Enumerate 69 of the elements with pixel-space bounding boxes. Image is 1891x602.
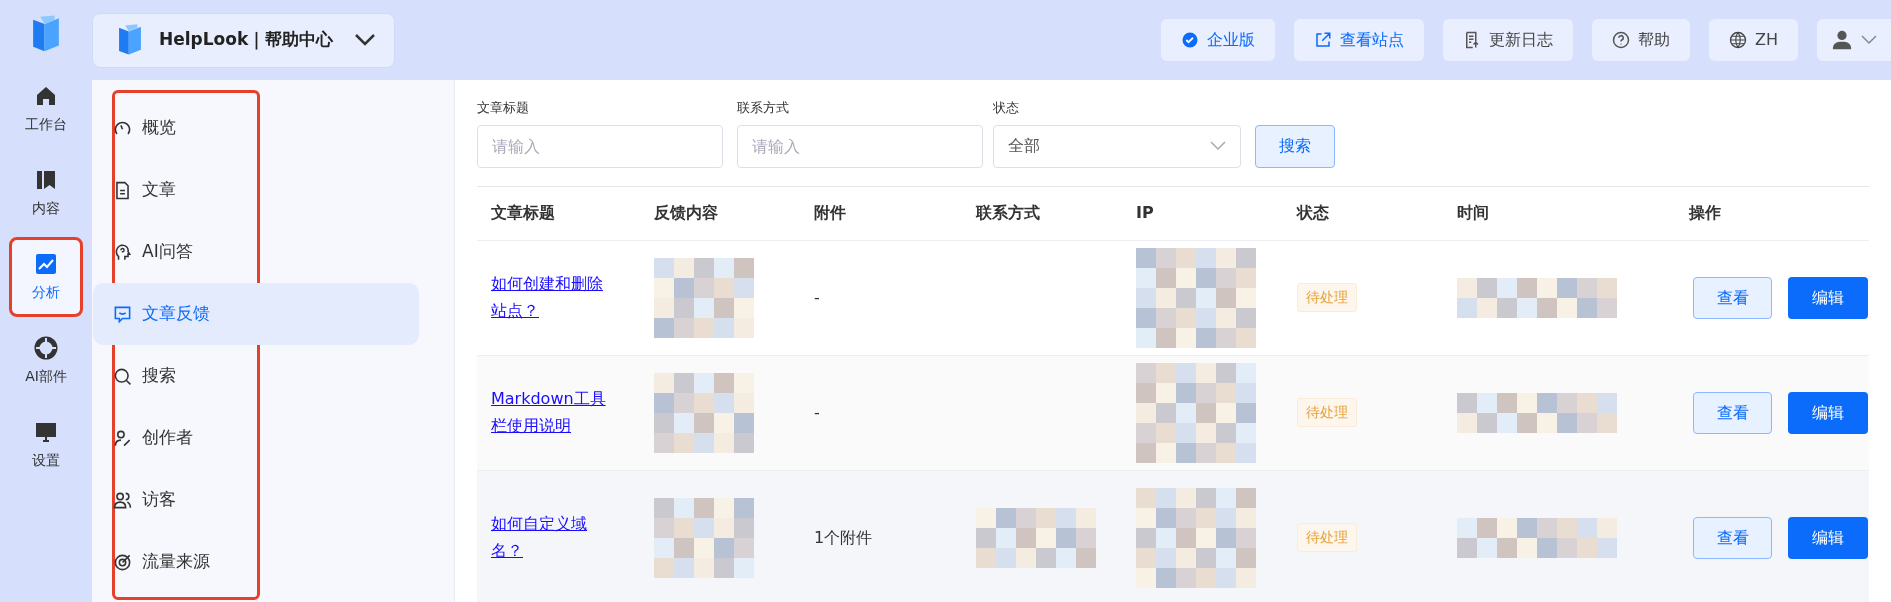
nav-item[interactable]: 设置 <box>9 405 83 485</box>
status-tag: 待处理 <box>1297 523 1357 552</box>
table-cell-text: - <box>813 401 821 424</box>
nav-item[interactable]: 工作台 <box>9 69 83 149</box>
document-icon <box>1463 31 1481 49</box>
search-button[interactable]: 搜索 <box>1255 124 1335 168</box>
toolbar-button[interactable]: 查看站点 <box>1294 19 1424 61</box>
user-menu-button[interactable] <box>1817 19 1891 61</box>
head-question-icon <box>113 242 132 262</box>
check-circle-icon <box>1181 31 1199 49</box>
target-icon <box>113 552 132 572</box>
view-button[interactable]: 查看 <box>1693 516 1772 559</box>
status-select[interactable]: 全部 <box>993 124 1241 168</box>
column-header: 附件 <box>813 202 847 224</box>
column-header: 反馈内容 <box>653 202 719 224</box>
chevron-down-icon <box>354 33 376 47</box>
table-cell-text: - <box>813 286 821 309</box>
input-field[interactable]: 请输入 <box>477 124 723 168</box>
globe-icon <box>1729 31 1747 49</box>
chat-icon <box>113 304 132 324</box>
search-icon <box>113 366 132 386</box>
toolbar-button[interactable]: 更新日志 <box>1443 19 1573 61</box>
view-button[interactable]: 查看 <box>1693 276 1772 319</box>
edit-button[interactable]: 编辑 <box>1788 276 1868 319</box>
article-link[interactable]: 如何自定义域名？ <box>491 511 611 564</box>
input-field[interactable]: 请输入 <box>737 124 983 168</box>
edit-button[interactable]: 编辑 <box>1788 391 1868 434</box>
view-button[interactable]: 查看 <box>1693 391 1772 434</box>
site-switcher[interactable]: HelpLook｜帮助中心 <box>92 12 395 68</box>
toolbar-button[interactable]: ZH <box>1709 19 1798 61</box>
help-icon <box>1612 31 1630 49</box>
menu-item[interactable]: AI问答 <box>93 221 419 283</box>
column-header: 操作 <box>1687 202 1722 224</box>
ring-icon <box>34 335 58 360</box>
field-label: 文章标题 <box>477 99 530 117</box>
column-header: 时间 <box>1456 202 1490 224</box>
menu-item[interactable]: 文章反馈 <box>93 283 419 345</box>
nav-item[interactable]: AI部件 <box>9 321 83 401</box>
column-header: IP <box>1135 202 1155 224</box>
user-pen-icon <box>113 428 132 448</box>
chart-icon <box>34 251 58 276</box>
toolbar-button[interactable]: 帮助 <box>1592 19 1690 61</box>
article-link[interactable]: Markdown工具栏使用说明 <box>491 386 611 439</box>
edit-button[interactable]: 编辑 <box>1788 516 1868 559</box>
menu-item[interactable]: 概览 <box>93 97 419 159</box>
column-header: 状态 <box>1295 202 1330 224</box>
menu-item[interactable]: 创作者 <box>93 407 419 469</box>
menu-item[interactable]: 访客 <box>93 469 419 531</box>
site-name: HelpLook｜帮助中心 <box>159 28 335 52</box>
chevron-down-icon <box>1861 35 1877 45</box>
menu-item[interactable]: 文章 <box>93 159 419 221</box>
table-cell-text: 1个附件 <box>813 526 874 549</box>
chevron-down-icon <box>1210 141 1226 151</box>
column-header: 联系方式 <box>975 202 1041 224</box>
toolbar-button[interactable]: 企业版 <box>1161 19 1275 61</box>
user-icon <box>1831 29 1853 51</box>
field-label: 联系方式 <box>737 99 790 117</box>
field-label: 状态 <box>993 99 1020 117</box>
file-icon <box>113 180 132 200</box>
users-icon <box>113 490 132 510</box>
nav-item[interactable]: 分析 <box>9 237 83 317</box>
menu-item[interactable]: 流量来源 <box>93 531 419 593</box>
menu-item[interactable]: 搜索 <box>93 345 419 407</box>
status-tag: 待处理 <box>1297 398 1357 427</box>
nav-item[interactable]: 内容 <box>9 153 83 233</box>
article-link[interactable]: 如何创建和删除站点？ <box>491 271 611 324</box>
status-tag: 待处理 <box>1297 283 1357 312</box>
column-header: 文章标题 <box>490 202 556 224</box>
external-link-icon <box>1314 31 1332 49</box>
